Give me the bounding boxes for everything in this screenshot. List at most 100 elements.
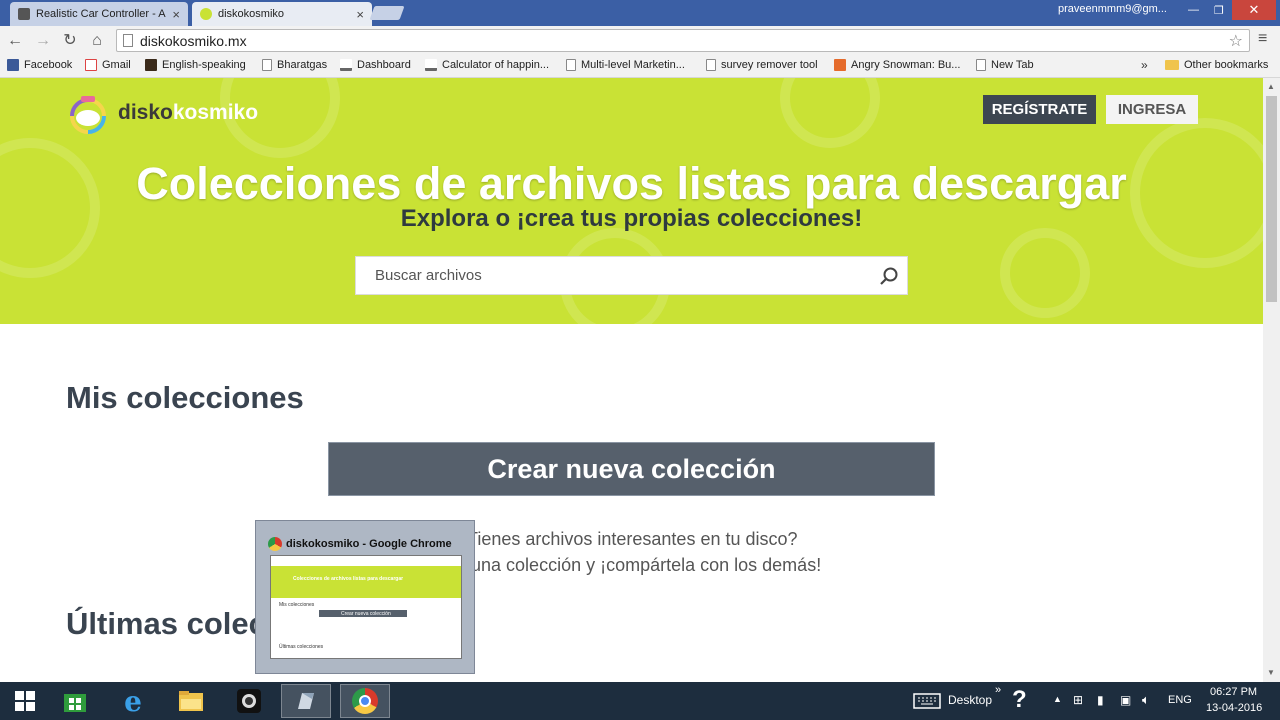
create-collection-button[interactable]: Crear nueva colección <box>328 442 935 496</box>
close-icon[interactable]: × <box>172 7 180 22</box>
bookmark-label: Bharatgas <box>277 59 328 71</box>
search-icon[interactable] <box>879 266 899 286</box>
my-collections-title: Mis colecciones <box>66 380 304 415</box>
page-icon <box>706 59 716 71</box>
bookmark-english-speaking[interactable]: English-speaking <box>145 59 246 71</box>
start-button[interactable] <box>0 684 50 718</box>
preview-create-label: Crear nueva colección <box>341 611 391 617</box>
store-icon <box>64 694 86 712</box>
restore-icon[interactable]: ❐ <box>1214 4 1224 17</box>
page-icon <box>123 34 133 47</box>
minimize-icon[interactable]: — <box>1188 4 1199 16</box>
login-button[interactable]: INGRESA <box>1106 95 1198 124</box>
battery-icon[interactable]: ▮ <box>1097 693 1104 707</box>
bookmark-star-icon[interactable]: ☆ <box>1229 31 1243 51</box>
search-input[interactable] <box>356 257 876 294</box>
web-page: diskokosmiko REGÍSTRATE INGRESA Coleccio… <box>0 78 1263 682</box>
chrome-taskbar-preview[interactable]: diskokosmiko - Google Chrome Colecciones… <box>255 520 475 674</box>
new-tab-button[interactable] <box>369 6 405 20</box>
taskbar-file-explorer[interactable] <box>166 684 216 718</box>
home-icon[interactable]: ⌂ <box>86 30 108 52</box>
window-close-button[interactable]: ✕ <box>1232 0 1276 20</box>
site-logo[interactable]: diskokosmiko <box>66 92 258 134</box>
register-button[interactable]: REGÍSTRATE <box>983 95 1096 124</box>
address-bar[interactable]: diskokosmiko.mx ☆ <box>116 29 1250 52</box>
hero-title: Colecciones de archivos listas para desc… <box>136 158 1127 209</box>
bookmark-label: Dashboard <box>357 59 411 71</box>
bookmark-bharatgas[interactable]: Bharatgas <box>262 59 327 71</box>
search-box <box>355 256 908 295</box>
chrome-menu-icon[interactable]: ≡ <box>1258 30 1267 48</box>
logo-text-light: kosmiko <box>172 101 259 124</box>
desktop-toolbar[interactable]: Desktop <box>948 693 992 707</box>
show-hidden-icons-icon[interactable]: ▲ <box>1053 694 1062 704</box>
bookmark-gmail[interactable]: Gmail <box>85 59 131 71</box>
bookmark-multi-level[interactable]: Multi-level Marketin... <box>566 59 685 71</box>
clock-time[interactable]: 06:27 PM <box>1210 686 1257 698</box>
diskokosmiko-favicon-icon <box>200 8 212 20</box>
network-icon[interactable]: ▣ <box>1120 693 1131 707</box>
taskbar-chrome[interactable] <box>340 684 390 718</box>
taskbar-webcam[interactable] <box>224 684 274 718</box>
bookmarks-overflow-button[interactable]: » <box>1141 58 1148 72</box>
bookmark-calculator[interactable]: Calculator of happin... <box>425 59 549 71</box>
tab-realistic-car-controller[interactable]: Realistic Car Controller - A × <box>10 2 188 26</box>
bookmark-facebook[interactable]: Facebook <box>7 59 72 71</box>
bookmark-label: Calculator of happin... <box>442 59 550 71</box>
page-icon <box>976 59 986 71</box>
chrome-icon <box>352 688 378 714</box>
scrollbar-thumb[interactable] <box>1266 96 1277 302</box>
bookmark-new-tab[interactable]: New Tab <box>976 59 1034 71</box>
scroll-up-icon[interactable]: ▲ <box>1267 82 1275 91</box>
info-line-1: ¿Tienes archivos interesantes en tu disc… <box>456 529 798 549</box>
bookmark-survey-remover[interactable]: survey remover tool <box>706 59 818 71</box>
preview-hero-title: Colecciones de archivos listas para desc… <box>293 576 404 582</box>
user-profile[interactable]: praveenmmm9@gm... <box>1058 3 1167 15</box>
bookmark-dashboard[interactable]: Dashboard <box>340 59 411 71</box>
help-icon[interactable]: ? <box>1012 686 1027 714</box>
app-icon <box>298 693 314 709</box>
bookmark-label: Angry Snowman: Bu... <box>851 59 961 71</box>
page-icon <box>262 59 272 71</box>
analytics-icon <box>425 59 437 71</box>
bookmark-label: English-speaking <box>162 59 246 71</box>
bookmark-label: survey remover tool <box>721 59 818 71</box>
scroll-down-icon[interactable]: ▼ <box>1267 668 1275 677</box>
other-bookmarks-label: Other bookmarks <box>1184 59 1269 71</box>
hero-banner: diskokosmiko REGÍSTRATE INGRESA Coleccio… <box>0 78 1263 324</box>
pattern-decoration <box>780 78 880 148</box>
other-bookmarks[interactable]: Other bookmarks <box>1165 59 1268 71</box>
tab-diskokosmiko[interactable]: diskokosmiko × <box>192 2 372 26</box>
facebook-icon <box>7 59 19 71</box>
gmail-icon <box>85 59 97 71</box>
preview-hero <box>271 566 461 598</box>
bookmark-label: Multi-level Marketin... <box>581 59 685 71</box>
reload-icon[interactable]: ↻ <box>59 30 81 52</box>
taskbar-internet-explorer[interactable]: e <box>108 684 158 718</box>
volume-icon[interactable]: 🔈︎ <box>1142 692 1150 708</box>
chevron-right-icon[interactable]: » <box>995 684 1001 696</box>
preview-my-collections: Mis colecciones <box>279 602 315 608</box>
bookmark-label: Facebook <box>24 59 73 71</box>
taskbar-store[interactable] <box>50 684 100 718</box>
bookmark-angry-snowman[interactable]: Angry Snowman: Bu... <box>834 59 960 71</box>
clock-date[interactable]: 13-04-2016 <box>1206 702 1262 714</box>
tab-title: diskokosmiko <box>218 8 285 20</box>
url-text[interactable]: diskokosmiko.mx <box>140 33 247 49</box>
touch-keyboard-button[interactable] <box>902 684 952 718</box>
bookmark-label: Gmail <box>102 59 131 71</box>
windows-taskbar: e Desktop » ? ▲ ⊞ ▮ ▣ 🔈︎ ENG 06:27 PM 13… <box>0 682 1280 720</box>
windows-flag-icon[interactable]: ⊞ <box>1073 693 1083 707</box>
back-icon[interactable]: ← <box>4 30 26 52</box>
close-icon[interactable]: × <box>356 7 364 22</box>
analytics-icon <box>340 59 352 71</box>
info-line-2: Crea una colección y ¡compártela con los… <box>427 555 822 575</box>
language-indicator[interactable]: ENG <box>1168 694 1192 706</box>
forward-icon[interactable]: → <box>32 30 54 52</box>
windows-start-icon <box>15 691 35 711</box>
preview-screenshot: Colecciones de archivos listas para desc… <box>270 555 462 659</box>
taskbar-app[interactable] <box>281 684 331 718</box>
page-scrollbar[interactable]: ▲ ▼ <box>1263 78 1280 682</box>
diskokosmiko-logo-icon <box>70 96 106 134</box>
keyboard-icon <box>913 693 941 709</box>
